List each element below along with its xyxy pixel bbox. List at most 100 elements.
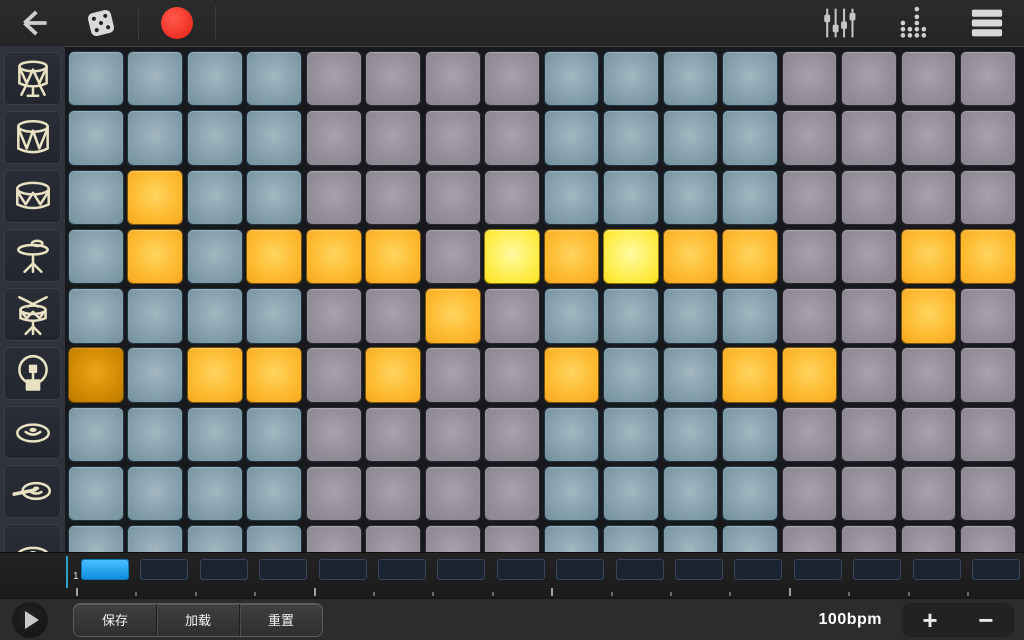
mixer-button[interactable] bbox=[822, 0, 856, 46]
instrument-crash-cymbal[interactable] bbox=[4, 465, 61, 518]
pad-r8-c10[interactable] bbox=[604, 467, 658, 520]
pad-r3-c13[interactable] bbox=[783, 171, 837, 224]
pad-r9-c13[interactable] bbox=[783, 526, 837, 552]
timeline-segment-3[interactable] bbox=[201, 560, 247, 579]
instrument-splash-cymbal[interactable] bbox=[4, 524, 61, 552]
pad-r5-c13[interactable] bbox=[783, 289, 837, 342]
pad-r5-c1[interactable] bbox=[69, 289, 123, 342]
pad-r1-c1[interactable] bbox=[69, 52, 123, 105]
pad-r2-c4[interactable] bbox=[247, 111, 301, 164]
pad-r8-c5[interactable] bbox=[307, 467, 361, 520]
pad-r7-c11[interactable] bbox=[664, 408, 718, 461]
pad-r4-c1[interactable] bbox=[69, 230, 123, 283]
pad-r4-c3[interactable] bbox=[188, 230, 242, 283]
pad-r3-c11[interactable] bbox=[664, 171, 718, 224]
pad-r1-c8[interactable] bbox=[485, 52, 539, 105]
pad-r1-c15[interactable] bbox=[902, 52, 956, 105]
pad-r6-c8[interactable] bbox=[485, 348, 539, 401]
pad-r2-c7[interactable] bbox=[426, 111, 480, 164]
pad-r5-c7[interactable] bbox=[426, 289, 480, 342]
pad-r5-c3[interactable] bbox=[188, 289, 242, 342]
pad-r1-c14[interactable] bbox=[842, 52, 896, 105]
back-button[interactable] bbox=[0, 0, 66, 46]
tempo-increase-button[interactable]: + bbox=[902, 607, 958, 633]
pad-r1-c16[interactable] bbox=[961, 52, 1015, 105]
pad-r1-c11[interactable] bbox=[664, 52, 718, 105]
pad-r2-c14[interactable] bbox=[842, 111, 896, 164]
instrument-tom[interactable] bbox=[4, 170, 61, 223]
timeline-segment-7[interactable] bbox=[438, 560, 484, 579]
instrument-kick-pedal[interactable] bbox=[4, 347, 61, 400]
instrument-hi-hat[interactable] bbox=[4, 229, 61, 282]
timeline-segment-15[interactable] bbox=[914, 560, 960, 579]
pad-r4-c11[interactable] bbox=[664, 230, 718, 283]
pad-r9-c14[interactable] bbox=[842, 526, 896, 552]
pad-r8-c3[interactable] bbox=[188, 467, 242, 520]
pad-r3-c9[interactable] bbox=[545, 171, 599, 224]
pad-r2-c5[interactable] bbox=[307, 111, 361, 164]
equalizer-button[interactable] bbox=[896, 0, 930, 46]
pad-r6-c15[interactable] bbox=[902, 348, 956, 401]
pad-r2-c16[interactable] bbox=[961, 111, 1015, 164]
pad-r8-c13[interactable] bbox=[783, 467, 837, 520]
pad-r9-c4[interactable] bbox=[247, 526, 301, 552]
pad-r1-c6[interactable] bbox=[366, 52, 420, 105]
pad-r4-c7[interactable] bbox=[426, 230, 480, 283]
pad-r6-c16[interactable] bbox=[961, 348, 1015, 401]
pad-r7-c16[interactable] bbox=[961, 408, 1015, 461]
instrument-floor-tom[interactable] bbox=[4, 111, 61, 164]
pad-r2-c13[interactable] bbox=[783, 111, 837, 164]
pad-r4-c15[interactable] bbox=[902, 230, 956, 283]
pad-r3-c3[interactable] bbox=[188, 171, 242, 224]
pad-r8-c16[interactable] bbox=[961, 467, 1015, 520]
pad-r7-c7[interactable] bbox=[426, 408, 480, 461]
pad-r7-c14[interactable] bbox=[842, 408, 896, 461]
pad-r2-c12[interactable] bbox=[723, 111, 777, 164]
pad-r7-c3[interactable] bbox=[188, 408, 242, 461]
timeline-segment-8[interactable] bbox=[498, 560, 544, 579]
timeline-segment-13[interactable] bbox=[795, 560, 841, 579]
pad-r8-c7[interactable] bbox=[426, 467, 480, 520]
pad-r6-c7[interactable] bbox=[426, 348, 480, 401]
pad-r9-c16[interactable] bbox=[961, 526, 1015, 552]
timeline-segment-2[interactable] bbox=[141, 560, 187, 579]
timeline-segment-6[interactable] bbox=[379, 560, 425, 579]
pad-r1-c13[interactable] bbox=[783, 52, 837, 105]
pad-r4-c13[interactable] bbox=[783, 230, 837, 283]
pad-r6-c3[interactable] bbox=[188, 348, 242, 401]
tempo-decrease-button[interactable]: − bbox=[958, 607, 1014, 633]
pad-r5-c15[interactable] bbox=[902, 289, 956, 342]
pad-r8-c8[interactable] bbox=[485, 467, 539, 520]
timeline-segment-16[interactable] bbox=[973, 560, 1019, 579]
pad-r3-c12[interactable] bbox=[723, 171, 777, 224]
pad-r8-c15[interactable] bbox=[902, 467, 956, 520]
pad-r2-c6[interactable] bbox=[366, 111, 420, 164]
pad-r9-c9[interactable] bbox=[545, 526, 599, 552]
pad-r5-c16[interactable] bbox=[961, 289, 1015, 342]
pad-r4-c6[interactable] bbox=[366, 230, 420, 283]
pad-r9-c10[interactable] bbox=[604, 526, 658, 552]
pad-r6-c11[interactable] bbox=[664, 348, 718, 401]
pad-r9-c12[interactable] bbox=[723, 526, 777, 552]
instrument-marching-drum[interactable] bbox=[4, 52, 61, 105]
pad-r8-c1[interactable] bbox=[69, 467, 123, 520]
pad-r4-c5[interactable] bbox=[307, 230, 361, 283]
timeline-segment-4[interactable] bbox=[260, 560, 306, 579]
pad-r7-c13[interactable] bbox=[783, 408, 837, 461]
pad-r3-c2[interactable] bbox=[128, 171, 182, 224]
pad-r5-c14[interactable] bbox=[842, 289, 896, 342]
timeline-segment-5[interactable] bbox=[320, 560, 366, 579]
pad-r1-c3[interactable] bbox=[188, 52, 242, 105]
pad-r6-c13[interactable] bbox=[783, 348, 837, 401]
pad-r7-c15[interactable] bbox=[902, 408, 956, 461]
pad-r2-c3[interactable] bbox=[188, 111, 242, 164]
pad-r6-c10[interactable] bbox=[604, 348, 658, 401]
pad-r6-c5[interactable] bbox=[307, 348, 361, 401]
pad-r2-c11[interactable] bbox=[664, 111, 718, 164]
pad-r4-c14[interactable] bbox=[842, 230, 896, 283]
pad-r2-c15[interactable] bbox=[902, 111, 956, 164]
pad-r5-c8[interactable] bbox=[485, 289, 539, 342]
instrument-snare-drum[interactable] bbox=[4, 288, 61, 341]
pad-r8-c9[interactable] bbox=[545, 467, 599, 520]
dice-random-button[interactable] bbox=[66, 0, 136, 46]
